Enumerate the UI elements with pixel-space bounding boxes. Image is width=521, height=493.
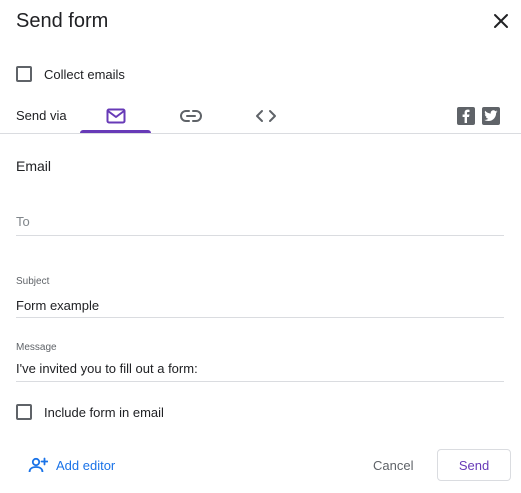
tab-email[interactable] <box>80 98 151 134</box>
subject-underline <box>16 317 504 318</box>
message-input[interactable]: I've invited you to fill out a form: <box>16 361 198 376</box>
cancel-button[interactable]: Cancel <box>373 458 413 473</box>
facebook-button[interactable] <box>457 107 475 125</box>
dialog-title: Send form <box>16 10 109 32</box>
add-person-icon <box>28 457 48 473</box>
mail-icon <box>106 108 125 124</box>
add-editor-button[interactable]: Add editor <box>28 457 115 473</box>
facebook-icon <box>462 109 470 123</box>
email-section-title: Email <box>16 158 52 174</box>
message-label: Message <box>16 342 57 353</box>
twitter-button[interactable] <box>482 107 500 125</box>
close-button[interactable] <box>490 10 512 32</box>
subject-input[interactable]: Form example <box>16 298 99 313</box>
collect-emails-checkbox[interactable] <box>16 66 32 82</box>
include-form-checkbox[interactable] <box>16 404 32 420</box>
send-via-label: Send via <box>16 108 67 123</box>
collect-emails-label: Collect emails <box>44 67 125 82</box>
close-icon <box>494 14 508 28</box>
to-input[interactable]: To <box>16 214 30 229</box>
add-editor-label: Add editor <box>56 457 116 473</box>
message-underline <box>16 381 504 382</box>
twitter-icon <box>484 110 498 121</box>
tab-link[interactable] <box>155 98 226 134</box>
include-form-label: Include form in email <box>44 405 164 420</box>
link-icon <box>179 110 202 122</box>
send-button[interactable]: Send <box>437 449 511 481</box>
to-underline <box>16 235 504 236</box>
tab-embed[interactable] <box>230 98 301 134</box>
tabs-divider <box>0 133 521 134</box>
subject-label: Subject <box>16 276 50 287</box>
code-icon <box>255 110 276 122</box>
